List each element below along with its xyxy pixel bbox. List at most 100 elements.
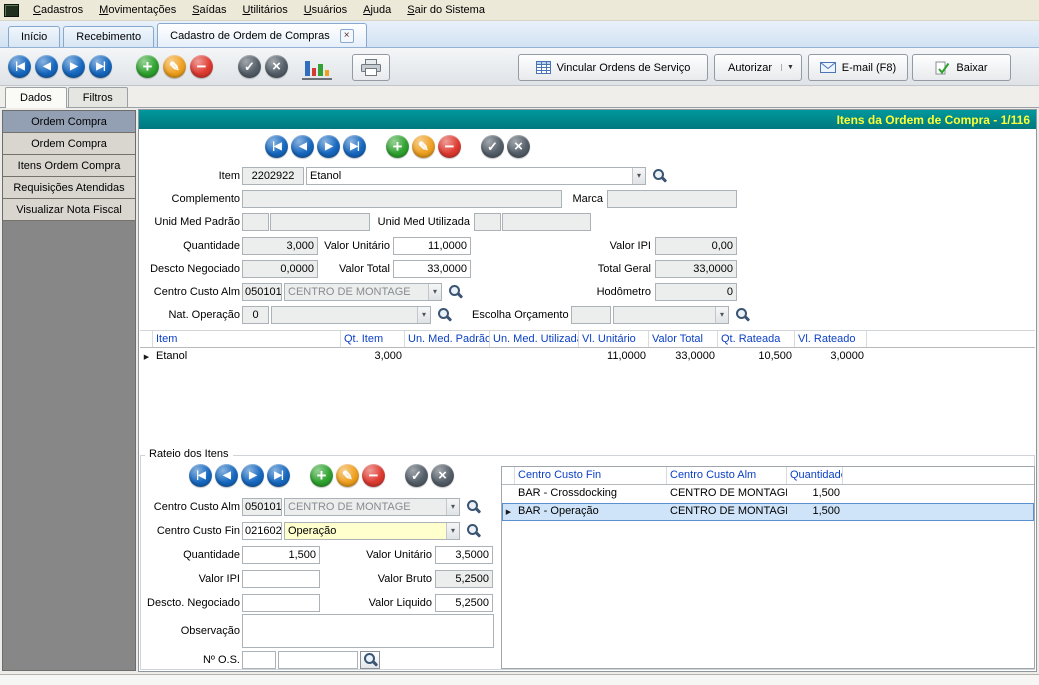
- add-button[interactable]: +: [136, 55, 159, 78]
- nat-operacao-search-icon[interactable]: [437, 307, 452, 323]
- app-icon[interactable]: [4, 4, 19, 17]
- rateio-table-row-selected[interactable]: ▶ BAR - Operação CENTRO DE MONTAGE 1,500: [502, 503, 1034, 521]
- nat-operacao-code-field[interactable]: 0: [242, 306, 269, 324]
- rateio-quantidade-field[interactable]: 1,500: [242, 546, 320, 564]
- col-un-med-utilizada[interactable]: Un. Med. Utilizada: [490, 331, 579, 347]
- col-qt-item[interactable]: Qt. Item: [341, 331, 405, 347]
- col-un-med-padrao[interactable]: Un. Med. Padrão: [405, 331, 490, 347]
- rateio-os-search-button[interactable]: [360, 651, 380, 669]
- quantidade-field[interactable]: 3,000: [242, 237, 318, 255]
- unid-med-utilizada-field[interactable]: [502, 213, 591, 231]
- rateio-centro-custo-alm-search-icon[interactable]: [466, 499, 481, 515]
- rateio-descto-negociado-field[interactable]: [242, 594, 320, 612]
- sidebar-item-itens-ordem-compra[interactable]: Itens Ordem Compra: [3, 155, 135, 177]
- menu-item-utilitarios[interactable]: Utilitários: [234, 2, 295, 18]
- autorizar-button[interactable]: Autorizar ▼: [714, 54, 802, 81]
- tab-recebimento[interactable]: Recebimento: [63, 26, 154, 47]
- item-code-field[interactable]: 2202922: [242, 167, 304, 185]
- rateio-valor-bruto-field[interactable]: 5,2500: [435, 570, 493, 588]
- rateio-confirm-button[interactable]: ✓: [405, 464, 428, 487]
- item-cancel-button[interactable]: ×: [507, 135, 530, 158]
- next-record-button[interactable]: ▶: [62, 55, 85, 78]
- col-qt-rateada[interactable]: Qt. Rateada: [718, 331, 795, 347]
- first-record-button[interactable]: |◀: [8, 55, 31, 78]
- col-quantidade[interactable]: Quantidade: [787, 467, 843, 484]
- marca-field[interactable]: [607, 190, 737, 208]
- item-next-button[interactable]: ▶: [317, 135, 340, 158]
- sidebar-item-ordem-compra[interactable]: Ordem Compra: [3, 111, 135, 133]
- item-first-button[interactable]: |◀: [265, 135, 288, 158]
- centro-custo-alm-combo[interactable]: CENTRO DE MONTAGE ▾: [284, 283, 442, 301]
- edit-button[interactable]: ✎: [163, 55, 186, 78]
- baixar-button[interactable]: Baixar: [912, 54, 1011, 81]
- rateio-os-code-field[interactable]: [242, 651, 276, 669]
- delete-button[interactable]: −: [190, 55, 213, 78]
- prev-record-button[interactable]: ◀: [35, 55, 58, 78]
- centro-custo-alm-search-icon[interactable]: [448, 284, 463, 300]
- valor-unitario-field[interactable]: 11,0000: [393, 237, 471, 255]
- item-last-button[interactable]: ▶|: [343, 135, 366, 158]
- item-delete-button[interactable]: −: [438, 135, 461, 158]
- col-valor-total[interactable]: Valor Total: [649, 331, 718, 347]
- col-vl-rateado[interactable]: Vl. Rateado: [795, 331, 867, 347]
- hodometro-field[interactable]: 0: [655, 283, 737, 301]
- rateio-prev-button[interactable]: ◀: [215, 464, 238, 487]
- item-combo[interactable]: Etanol ▾: [306, 167, 646, 185]
- sidebar-item-visualizar-nota-fiscal[interactable]: Visualizar Nota Fiscal: [3, 199, 135, 221]
- rateio-valor-unitario-field[interactable]: 3,5000: [435, 546, 493, 564]
- col-item[interactable]: Item: [153, 331, 341, 347]
- sidebar-item-ordem-compra-2[interactable]: Ordem Compra: [3, 133, 135, 155]
- rateio-next-button[interactable]: ▶: [241, 464, 264, 487]
- item-search-icon[interactable]: [652, 168, 667, 184]
- rateio-table-row[interactable]: BAR - Crossdocking CENTRO DE MONTAGE 1,5…: [502, 485, 1034, 503]
- unid-med-padrao-field[interactable]: [270, 213, 370, 231]
- print-button[interactable]: [352, 54, 390, 81]
- rateio-delete-button[interactable]: −: [362, 464, 385, 487]
- menu-item-ajuda[interactable]: Ajuda: [355, 2, 399, 18]
- descto-negociado-field[interactable]: 0,0000: [242, 260, 318, 278]
- complemento-field[interactable]: [242, 190, 562, 208]
- sidebar-item-requisicoes-atendidas[interactable]: Requisições Atendidas: [3, 177, 135, 199]
- escolha-orcamento-search-icon[interactable]: [735, 307, 750, 323]
- menu-item-usuarios[interactable]: Usuários: [296, 2, 355, 18]
- cancel-button[interactable]: ×: [265, 55, 288, 78]
- item-add-button[interactable]: +: [386, 135, 409, 158]
- rateio-centro-custo-fin-search-icon[interactable]: [466, 523, 481, 539]
- subtab-filtros[interactable]: Filtros: [68, 87, 128, 107]
- col-centro-custo-fin[interactable]: Centro Custo Fin: [515, 467, 667, 484]
- valor-ipi-field[interactable]: 0,00: [655, 237, 737, 255]
- escolha-orcamento-code-field[interactable]: [571, 306, 611, 324]
- rateio-first-button[interactable]: |◀: [189, 464, 212, 487]
- item-prev-button[interactable]: ◀: [291, 135, 314, 158]
- rateio-centro-custo-alm-combo[interactable]: CENTRO DE MONTAGE ▾: [284, 498, 460, 516]
- unid-med-utilizada-code-field[interactable]: [474, 213, 501, 231]
- rateio-cancel-button[interactable]: ×: [431, 464, 454, 487]
- col-vl-unitario[interactable]: Vl. Unitário: [579, 331, 649, 347]
- close-icon[interactable]: ×: [340, 29, 354, 43]
- valor-total-field[interactable]: 33,0000: [393, 260, 471, 278]
- unid-med-padrao-code-field[interactable]: [242, 213, 269, 231]
- menu-item-saidas[interactable]: Saídas: [184, 2, 234, 18]
- rateio-edit-button[interactable]: ✎: [336, 464, 359, 487]
- item-confirm-button[interactable]: ✓: [481, 135, 504, 158]
- subtab-dados[interactable]: Dados: [5, 87, 67, 108]
- rateio-centro-custo-fin-code-field[interactable]: 021602: [242, 522, 282, 540]
- menu-item-cadastros[interactable]: Cadastros: [25, 2, 91, 18]
- rateio-centro-custo-fin-combo[interactable]: Operação ▾: [284, 522, 460, 540]
- tab-cadastro-ordem-compras[interactable]: Cadastro de Ordem de Compras ×: [157, 23, 367, 47]
- menu-item-sair[interactable]: Sair do Sistema: [399, 2, 493, 18]
- chart-button[interactable]: [302, 56, 332, 80]
- col-centro-custo-alm[interactable]: Centro Custo Alm: [667, 467, 787, 484]
- rateio-valor-ipi-field[interactable]: [242, 570, 320, 588]
- total-geral-field[interactable]: 33,0000: [655, 260, 737, 278]
- rateio-add-button[interactable]: +: [310, 464, 333, 487]
- rateio-valor-liquido-field[interactable]: 5,2500: [435, 594, 493, 612]
- rateio-os-field[interactable]: [278, 651, 358, 669]
- centro-custo-alm-code-field[interactable]: 050101: [242, 283, 282, 301]
- nat-operacao-combo[interactable]: ▾: [271, 306, 431, 324]
- email-button[interactable]: E-mail (F8): [808, 54, 908, 81]
- last-record-button[interactable]: ▶|: [89, 55, 112, 78]
- menu-item-movimentacoes[interactable]: Movimentações: [91, 2, 184, 18]
- rateio-last-button[interactable]: ▶|: [267, 464, 290, 487]
- rateio-centro-custo-alm-code-field[interactable]: 050101: [242, 498, 282, 516]
